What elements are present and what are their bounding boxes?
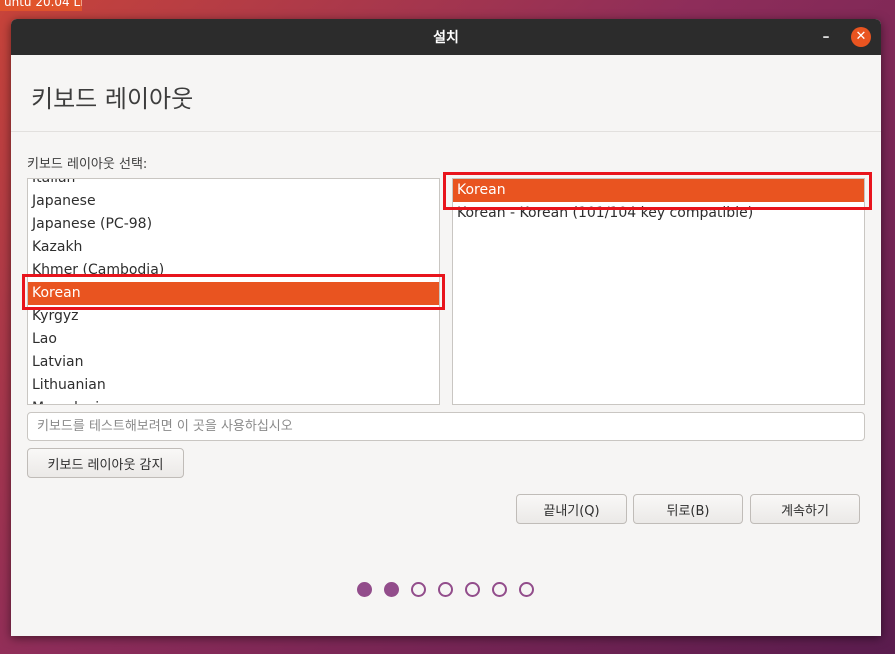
layout-list-item[interactable]: Kyrgyz bbox=[28, 305, 439, 328]
variant-list-item[interactable]: Korean bbox=[453, 179, 864, 202]
keyboard-variant-list[interactable]: Korean Korean - Korean (101/104 key compa… bbox=[452, 178, 865, 405]
layout-list-item[interactable]: Korean bbox=[28, 282, 439, 305]
layout-list-item[interactable]: Lao bbox=[28, 328, 439, 351]
layout-list-item[interactable]: Lithuanian bbox=[28, 374, 439, 397]
continue-button[interactable]: 계속하기 bbox=[750, 494, 860, 524]
layout-list-label: 키보드 레이아웃 선택: bbox=[27, 157, 148, 172]
layout-list-item[interactable]: Khmer (Cambodia) bbox=[28, 259, 439, 282]
layout-list-item[interactable]: Kazakh bbox=[28, 236, 439, 259]
back-button[interactable]: 뒤로(B) bbox=[633, 494, 743, 524]
window-titlebar[interactable]: 설치 – ✕ bbox=[11, 19, 881, 55]
installer-window: 설치 – ✕ 키보드 레이아웃 키보드 레이아웃 선택: Italian Japa… bbox=[11, 19, 881, 636]
detect-layout-button[interactable]: 키보드 레이아웃 감지 bbox=[27, 448, 184, 478]
progress-dot bbox=[465, 582, 480, 597]
keyboard-layout-list[interactable]: Italian Japanese Japanese (PC-98) Kazakh Khm… bbox=[27, 178, 440, 405]
progress-dot bbox=[492, 582, 507, 597]
window-title: 설치 bbox=[433, 30, 459, 46]
layout-list-item[interactable]: Macedonian bbox=[28, 397, 439, 404]
variant-list-item[interactable]: Korean - Korean (101/104 key compatible) bbox=[453, 202, 864, 225]
minimize-icon[interactable]: – bbox=[816, 27, 836, 47]
progress-dots bbox=[357, 582, 534, 597]
layout-list-item[interactable]: Japanese (PC-98) bbox=[28, 213, 439, 236]
layout-list-item[interactable]: Italian bbox=[28, 179, 439, 190]
header-divider bbox=[11, 131, 881, 132]
layout-list-item[interactable]: Japanese bbox=[28, 190, 439, 213]
quit-button[interactable]: 끝내기(Q) bbox=[516, 494, 627, 524]
progress-dot bbox=[519, 582, 534, 597]
progress-dot bbox=[384, 582, 399, 597]
progress-dot bbox=[357, 582, 372, 597]
close-icon[interactable]: ✕ bbox=[851, 27, 871, 47]
progress-dot bbox=[411, 582, 426, 597]
keyboard-test-input[interactable] bbox=[27, 412, 865, 441]
desktop-installer-icon-label[interactable]: untu 20.04 LTS 설치 bbox=[0, 0, 82, 11]
page-title: 키보드 레이아웃 bbox=[31, 85, 194, 113]
layout-list-item[interactable]: Latvian bbox=[28, 351, 439, 374]
progress-dot bbox=[438, 582, 453, 597]
